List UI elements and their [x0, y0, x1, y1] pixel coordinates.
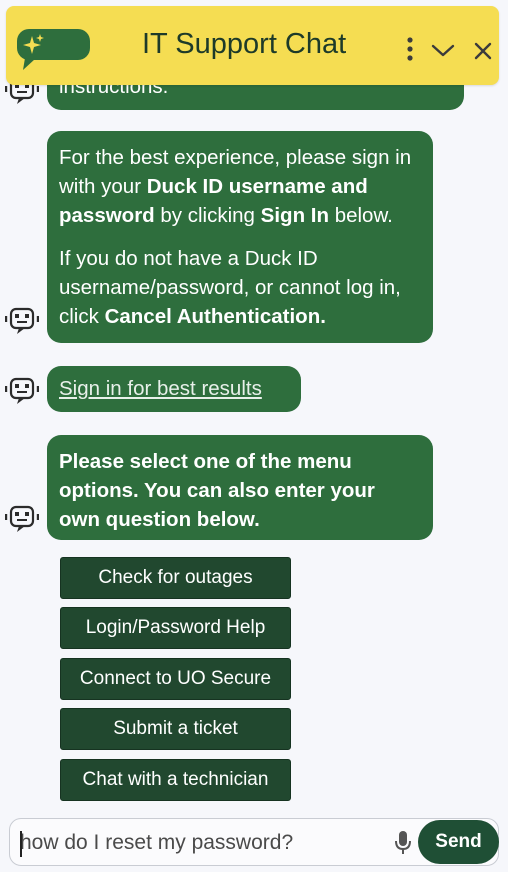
message-text: Please select one of the menu options. Y… [59, 450, 375, 531]
kebab-menu-icon[interactable] [403, 36, 417, 64]
chat-title: IT Support Chat [142, 28, 347, 60]
menu-option-check-outages[interactable]: Check for outages [60, 557, 291, 599]
menu-option-login-password-help[interactable]: Login/Password Help [60, 607, 291, 649]
message-paragraph: If you do not have a Duck ID username/pa… [59, 247, 401, 328]
chat-header: IT Support Chat [6, 6, 499, 85]
message-bubble-menu-prompt: Please select one of the menu options. Y… [47, 435, 433, 540]
message-composer: Send [9, 818, 499, 866]
bot-avatar-icon [5, 505, 39, 532]
text-caret [20, 831, 22, 857]
sign-in-link[interactable]: Sign in for best results [59, 377, 262, 401]
bot-avatar-icon [5, 307, 39, 334]
menu-option-submit-ticket[interactable]: Submit a ticket [60, 708, 291, 750]
chevron-down-icon[interactable] [430, 42, 456, 60]
close-icon[interactable] [473, 41, 493, 61]
menu-option-connect-uo-secure[interactable]: Connect to UO Secure [60, 658, 291, 700]
message-input[interactable] [20, 829, 380, 857]
message-bubble-signin-info: For the best experience, please sign in … [47, 131, 433, 343]
menu-option-chat-technician[interactable]: Chat with a technician [60, 759, 291, 801]
message-paragraph: For the best experience, please sign in … [59, 146, 412, 227]
message-bubble-signin-link: Sign in for best results [47, 366, 301, 412]
send-button[interactable]: Send [418, 820, 499, 864]
sparkle-chat-logo-icon [17, 29, 90, 70]
microphone-icon[interactable] [394, 830, 412, 856]
bot-avatar-icon [5, 377, 39, 404]
